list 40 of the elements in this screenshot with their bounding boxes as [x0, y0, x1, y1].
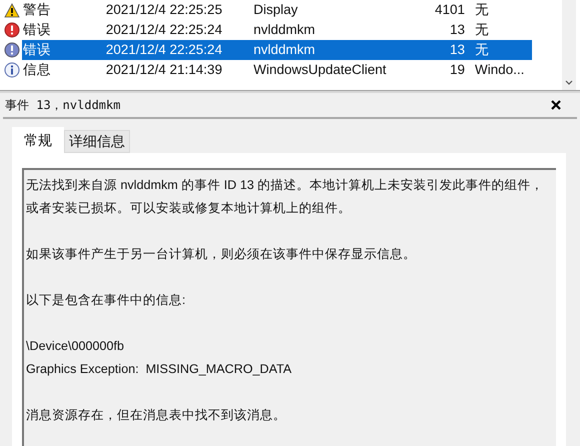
- event-row[interactable]: 警告 2021/12/4 22:25:25 Display 4101 无: [22, 0, 532, 20]
- description-text: 无法找到来自源 nvlddmkm 的事件 ID 13 的描述。本地计算机上未安装引发此事件的组件，或者安装已损坏。可以安装或修复本地计算机上的组件。: [26, 177, 544, 217]
- event-row[interactable]: 信息 2021/12/4 21:14:39 WindowsUpdateClient 19 Windo...: [22, 60, 532, 80]
- source-cell-text: Display: [253, 0, 299, 19]
- description-text: \Device\000000fb: [26, 338, 126, 355]
- scrollbar[interactable]: [562, 0, 576, 90]
- level-cell-text: 警告: [22, 0, 52, 19]
- scroll-down-icon[interactable]: [565, 80, 573, 86]
- event-id-cell-text: 4101: [434, 0, 465, 19]
- description-text: 消息资源存在，但在消息表中找不到该消息。: [26, 407, 287, 424]
- level-cell-text: 错误: [22, 40, 52, 59]
- error-icon: [4, 42, 20, 58]
- source-cell-text: WindowsUpdateClient: [253, 60, 388, 79]
- event-id-cell-text: 13: [448, 20, 465, 39]
- date-cell-text: 2021/12/4 22:25:25: [106, 0, 224, 19]
- event-id-cell-text: 19: [448, 60, 465, 79]
- description-text: 以下是包含在事件中的信息:: [26, 292, 186, 309]
- description-text: 如果该事件产生于另一台计算机，则必须在该事件中保存显示信息。: [26, 246, 417, 263]
- source-cell-text: nvlddmkm: [253, 40, 316, 59]
- source-cell-text: nvlddmkm: [253, 20, 316, 39]
- tab[interactable]: 详细信息: [64, 130, 130, 153]
- event-row[interactable]: 错误 2021/12/4 22:25:24 nvlddmkm 13 无: [22, 40, 532, 60]
- description-text: Graphics Exception: MISSING_MACRO_DATA: [26, 361, 292, 378]
- task-cell-text: Windo...: [474, 60, 526, 79]
- date-cell-text: 2021/12/4 22:25:24: [106, 20, 224, 39]
- event-row[interactable]: 错误 2021/12/4 22:25:24 nvlddmkm 13 无: [22, 20, 532, 40]
- event-id-cell-text: 13: [448, 40, 465, 59]
- info-icon: [4, 62, 20, 78]
- task-cell-text: 无: [474, 0, 490, 19]
- warning-icon: [4, 2, 20, 18]
- task-cell-text: 无: [474, 40, 490, 59]
- date-cell-text: 2021/12/4 21:14:39: [106, 60, 224, 79]
- error-icon: [4, 22, 20, 38]
- close-icon[interactable]: [551, 100, 561, 110]
- event-title: 事件 13，nvlddmkm: [5, 97, 120, 114]
- tab[interactable]: 常规: [12, 127, 64, 153]
- level-cell-text: 错误: [22, 20, 52, 39]
- level-cell-text: 信息: [22, 60, 52, 79]
- task-cell-text: 无: [474, 20, 490, 39]
- date-cell-text: 2021/12/4 22:25:24: [106, 40, 224, 59]
